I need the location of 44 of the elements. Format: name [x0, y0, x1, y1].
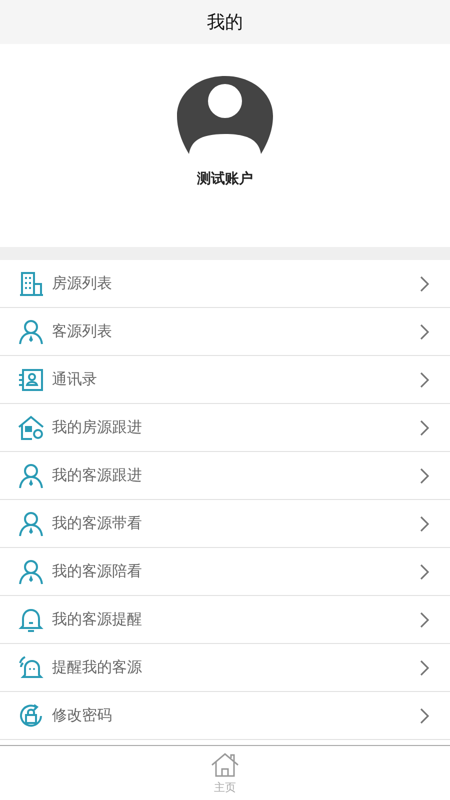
person-icon	[18, 558, 44, 584]
chevron-icon	[420, 420, 430, 436]
menu-item[interactable]: 提醒我的客源	[0, 644, 450, 692]
chevron-icon	[420, 564, 430, 580]
menu-label: 我的客源陪看	[52, 562, 143, 581]
menu-label: 通讯录	[52, 370, 98, 389]
menu-item[interactable]: 房源列表	[0, 260, 450, 308]
menu-item[interactable]: 我的客源提醒	[0, 596, 450, 644]
chevron-icon	[420, 708, 430, 724]
home-icon	[210, 752, 240, 778]
menu-label: 我的客源提醒	[52, 610, 143, 629]
menu-item[interactable]: 我的房源跟进	[0, 404, 450, 452]
chevron-icon	[420, 516, 430, 532]
menu-label: 客源列表	[52, 322, 113, 341]
lock-icon	[18, 702, 44, 728]
menu-label: 提醒我的客源	[52, 658, 143, 677]
building-icon	[18, 270, 44, 296]
menu-item[interactable]: 我的客源跟进	[0, 452, 450, 500]
person-icon	[18, 462, 44, 488]
bell-icon	[18, 606, 44, 632]
chevron-icon	[420, 372, 430, 388]
account-name: 测试账户	[197, 170, 253, 188]
chevron-icon	[420, 468, 430, 484]
avatar-icon	[177, 76, 273, 156]
menu-item[interactable]: 客源列表	[0, 308, 450, 356]
menu-item[interactable]: 我的客源带看	[0, 500, 450, 548]
page-title: 我的	[207, 11, 243, 34]
chevron-icon	[420, 660, 430, 676]
contacts-icon	[18, 366, 44, 392]
person-icon	[18, 318, 44, 344]
chevron-icon	[420, 324, 430, 340]
menu-label: 我的客源跟进	[52, 466, 143, 485]
menu-item[interactable]: 我的客源陪看	[0, 548, 450, 596]
menu-label: 我的房源跟进	[52, 418, 143, 437]
menu-item[interactable]: 通讯录	[0, 356, 450, 404]
menu-label: 修改密码	[52, 706, 113, 725]
ringing-bell-icon	[18, 654, 44, 680]
menu-label: 我的客源带看	[52, 514, 143, 533]
person-icon	[18, 510, 44, 536]
menu-item[interactable]: 修改密码	[0, 692, 450, 740]
menu-label: 房源列表	[52, 274, 113, 293]
chevron-icon	[420, 612, 430, 628]
chevron-icon	[420, 276, 430, 292]
house-icon	[18, 414, 44, 440]
